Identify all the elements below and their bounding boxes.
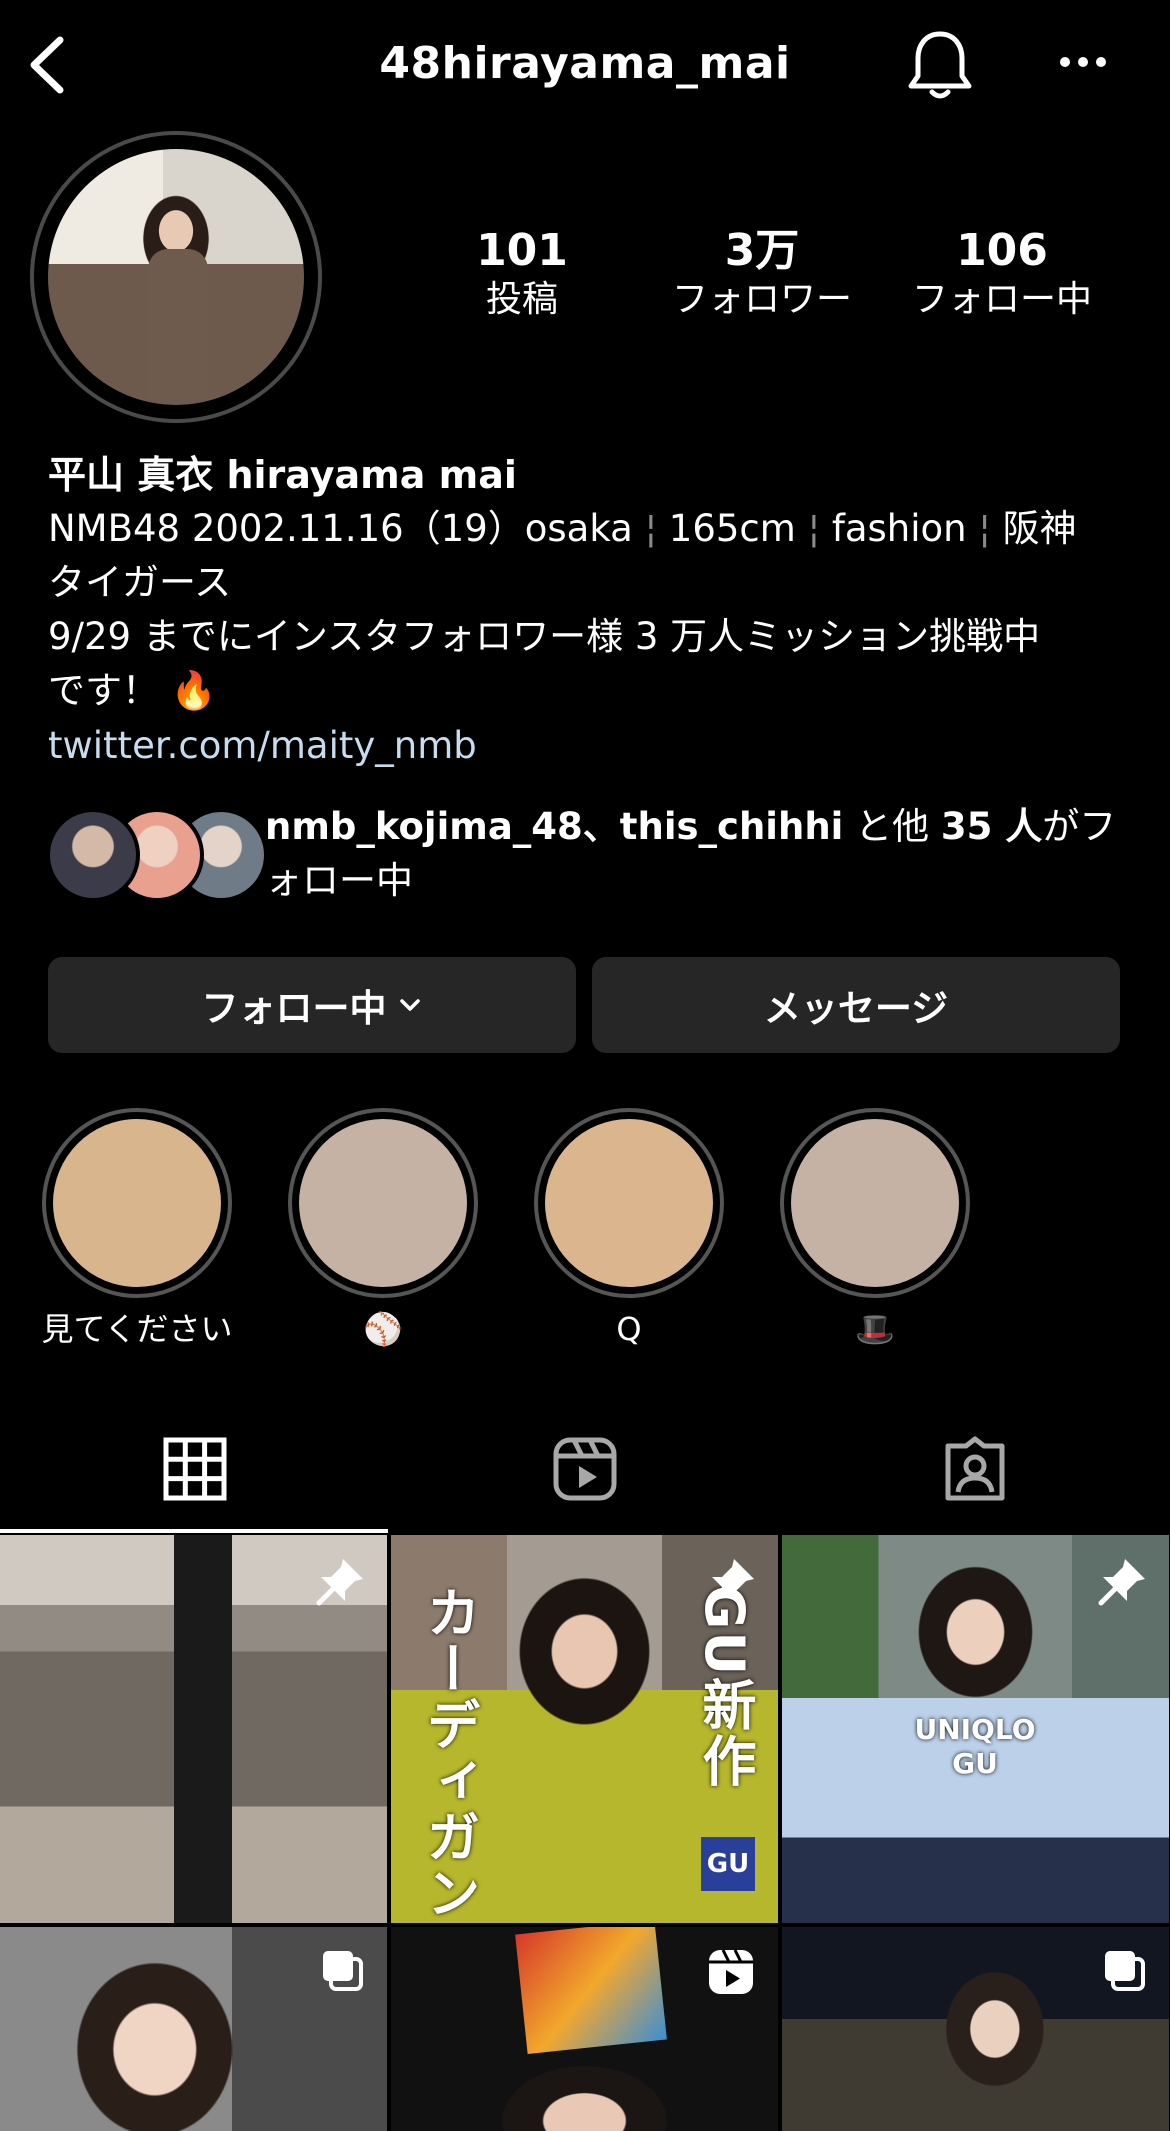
highlight-label: ⚾: [363, 1310, 403, 1348]
followers-label: フォロワー: [671, 279, 852, 320]
bio-segment: 165cm: [668, 507, 796, 550]
following-button[interactable]: フォロー中: [48, 957, 576, 1053]
post-overlay-text: GU新作: [693, 1585, 756, 1790]
followed-by-count: 35 人: [940, 805, 1043, 848]
follower-avatar[interactable]: [46, 808, 140, 902]
carousel-icon: [1105, 1951, 1145, 1991]
bio-link[interactable]: twitter.com/maity_nmb: [48, 719, 1128, 773]
pin-icon: [707, 1559, 754, 1606]
post-thumbnail[interactable]: カーディガン GU新作 GU: [391, 1535, 778, 1923]
pin-icon: [316, 1559, 363, 1606]
posts-label: 投稿: [485, 279, 558, 320]
bio-separator: ¦: [807, 507, 821, 550]
profile-header: 48hirayama_mai: [0, 0, 1170, 130]
following-button-label: フォロー中: [201, 987, 387, 1030]
reels-icon: [709, 1949, 753, 1994]
following-count: 106: [956, 225, 1048, 276]
profile-display-name: 平山 真衣 hirayama mai: [48, 453, 517, 497]
post-overlay-text: UNIQLO GU: [914, 1713, 1036, 1780]
highlight-cover: [791, 1119, 959, 1287]
bio-segment: fashion: [831, 507, 967, 550]
post-thumbnail[interactable]: [391, 1927, 778, 2131]
followers-count: 3万: [724, 225, 800, 276]
chevron-down-icon: [399, 999, 420, 1011]
highlight-label: 🎩: [855, 1310, 895, 1348]
profile-avatar[interactable]: [48, 149, 304, 405]
story-highlight[interactable]: [534, 1108, 724, 1298]
bio-segment: NMB48 2002.11.16（19）osaka: [48, 507, 633, 550]
highlight-cover: [53, 1119, 221, 1287]
snack-package: [515, 1927, 667, 2054]
post-thumbnail[interactable]: UNIQLO GU: [782, 1535, 1169, 1923]
highlight-cover: [299, 1119, 467, 1287]
story-highlight[interactable]: [288, 1108, 478, 1298]
highlight-label: Q: [616, 1310, 642, 1348]
following-label: フォロー中: [911, 279, 1092, 320]
bio-segment: です！ 🔥: [48, 669, 217, 712]
bio-segment: 9/29 までにインスタフォロワー様 3 万人ミッション挑戦中: [48, 615, 1041, 658]
bio-segment: 阪神: [1002, 507, 1077, 550]
profile-username: 48hirayama_mai: [379, 38, 791, 89]
bio-text-2: 9/29 までにインスタフォロワー様 3 万人ミッション挑戦中 です！ 🔥: [48, 610, 1128, 718]
pin-icon: [1098, 1559, 1145, 1606]
posts-stat[interactable]: 101 投稿: [412, 225, 632, 323]
gu-badge: GU: [701, 1837, 755, 1891]
highlight-label: 見てください: [41, 1310, 233, 1348]
grid-icon[interactable]: [162, 1436, 228, 1502]
bio-separator: ¦: [978, 507, 991, 550]
bio-separator: ¦: [644, 507, 658, 550]
post-overlay-text: カーディガン: [417, 1585, 480, 1921]
story-highlight[interactable]: [780, 1108, 970, 1298]
story-highlight[interactable]: [42, 1108, 232, 1298]
bio-text-1: NMB48 2002.11.16（19）osaka ¦ 165cm ¦ fash…: [48, 502, 1128, 610]
bio-segment: タイガース: [48, 561, 232, 604]
message-button[interactable]: メッセージ: [592, 957, 1120, 1053]
notification-bell-icon[interactable]: [905, 28, 975, 102]
followers-stat[interactable]: 3万 フォロワー: [652, 225, 872, 323]
tagged-icon[interactable]: [942, 1436, 1008, 1502]
reels-icon[interactable]: [552, 1436, 618, 1502]
highlight-cover: [545, 1119, 713, 1287]
more-options-icon[interactable]: [1058, 52, 1108, 72]
message-button-label: メッセージ: [763, 987, 949, 1030]
post-thumbnail[interactable]: [0, 1535, 387, 1923]
following-stat[interactable]: 106 フォロー中: [892, 225, 1112, 323]
followed-by-text[interactable]: nmb_kojima_48、this_chihhi と他 35 人がフォロー中: [265, 800, 1125, 908]
followed-by-users[interactable]: nmb_kojima_48、this_chihhi: [265, 805, 843, 848]
active-tab-indicator: [0, 1529, 388, 1533]
post-thumbnail[interactable]: [782, 1927, 1169, 2131]
post-thumbnail[interactable]: [0, 1927, 387, 2131]
followed-by-middle: と他: [843, 805, 941, 848]
posts-count: 101: [476, 225, 568, 276]
carousel-icon: [323, 1951, 363, 1991]
